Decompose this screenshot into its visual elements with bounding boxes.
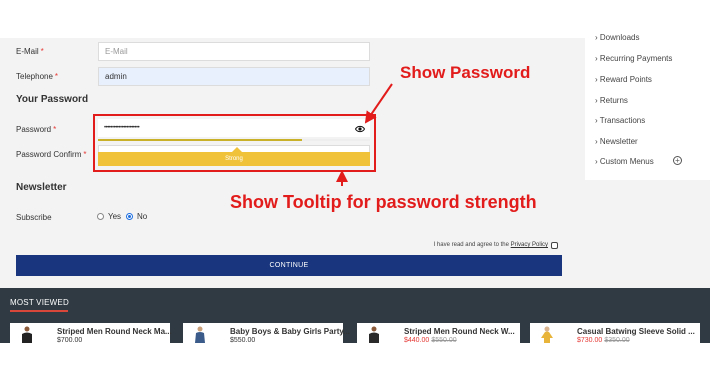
telephone-field[interactable]: admin: [98, 67, 370, 86]
product-card[interactable]: Striped Men Round Neck Ma... $700.00: [10, 323, 172, 344]
product-name: Baby Boys & Baby Girls Party...: [230, 327, 350, 336]
baby-clothes-thumbnail-icon: [195, 326, 205, 343]
sidebar-item-downloads[interactable]: › Downloads: [595, 33, 639, 42]
subscribe-no-label: No: [137, 212, 148, 221]
subscribe-yes-label: Yes: [108, 212, 122, 221]
show-tooltip-annotation: Show Tooltip for password strength: [230, 192, 537, 212]
email-label: E-Mail *: [16, 47, 44, 56]
sidebar-item-recurring-payments[interactable]: › Recurring Payments: [595, 54, 672, 63]
agree-checkbox[interactable]: [551, 242, 558, 249]
telephone-label: Telephone *: [16, 72, 59, 81]
product-name: Striped Men Round Neck Ma...: [57, 327, 172, 336]
most-viewed-title: MOST VIEWED: [10, 298, 69, 307]
show-password-annotation: Show Password: [400, 63, 531, 82]
privacy-policy-link[interactable]: Privacy Policy: [511, 242, 548, 248]
product-price: $440.00 $550.00: [404, 337, 457, 344]
men-shirt-thumbnail-icon: [369, 326, 379, 343]
batwing-top-thumbnail-icon: [541, 326, 553, 343]
sidebar-item-transactions[interactable]: › Transactions: [595, 116, 645, 125]
men-shirt-thumbnail-icon: [22, 326, 32, 343]
subscribe-label: Subscribe: [16, 213, 52, 222]
product-price: $700.00: [57, 337, 83, 344]
newsletter-title: Newsletter: [16, 182, 67, 193]
sidebar-item-returns[interactable]: › Returns: [595, 96, 628, 105]
password-confirm-label: Password Confirm *: [16, 150, 87, 159]
product-card[interactable]: Casual Batwing Sleeve Solid ... $730.00 $…: [530, 323, 700, 344]
subscribe-no-radio[interactable]: [126, 213, 133, 220]
agree-text: I have read and agree to the Privacy Pol…: [433, 242, 548, 248]
plus-circle-icon[interactable]: +: [673, 156, 682, 165]
highlight-box: [93, 114, 376, 172]
subscribe-yes-radio[interactable]: [97, 213, 104, 220]
title-underline: [10, 310, 68, 312]
continue-button[interactable]: CONTINUE: [16, 255, 562, 276]
product-price: $550.00: [230, 337, 256, 344]
product-price: $730.00 $350.00: [577, 337, 630, 344]
password-section-title: Your Password: [16, 94, 89, 105]
email-field[interactable]: E-Mail: [98, 42, 370, 61]
password-label: Password *: [16, 125, 57, 134]
product-name: Striped Men Round Neck W...: [404, 327, 515, 336]
sidebar-item-newsletter[interactable]: › Newsletter: [595, 137, 638, 146]
product-card[interactable]: Striped Men Round Neck W... $440.00 $550.…: [357, 323, 520, 344]
sidebar-item-reward-points[interactable]: › Reward Points: [595, 75, 652, 84]
product-card[interactable]: Baby Boys & Baby Girls Party... $550.00: [183, 323, 350, 344]
product-name: Casual Batwing Sleeve Solid ...: [577, 327, 695, 336]
sidebar-item-custom-menus[interactable]: › Custom Menus: [595, 157, 654, 166]
